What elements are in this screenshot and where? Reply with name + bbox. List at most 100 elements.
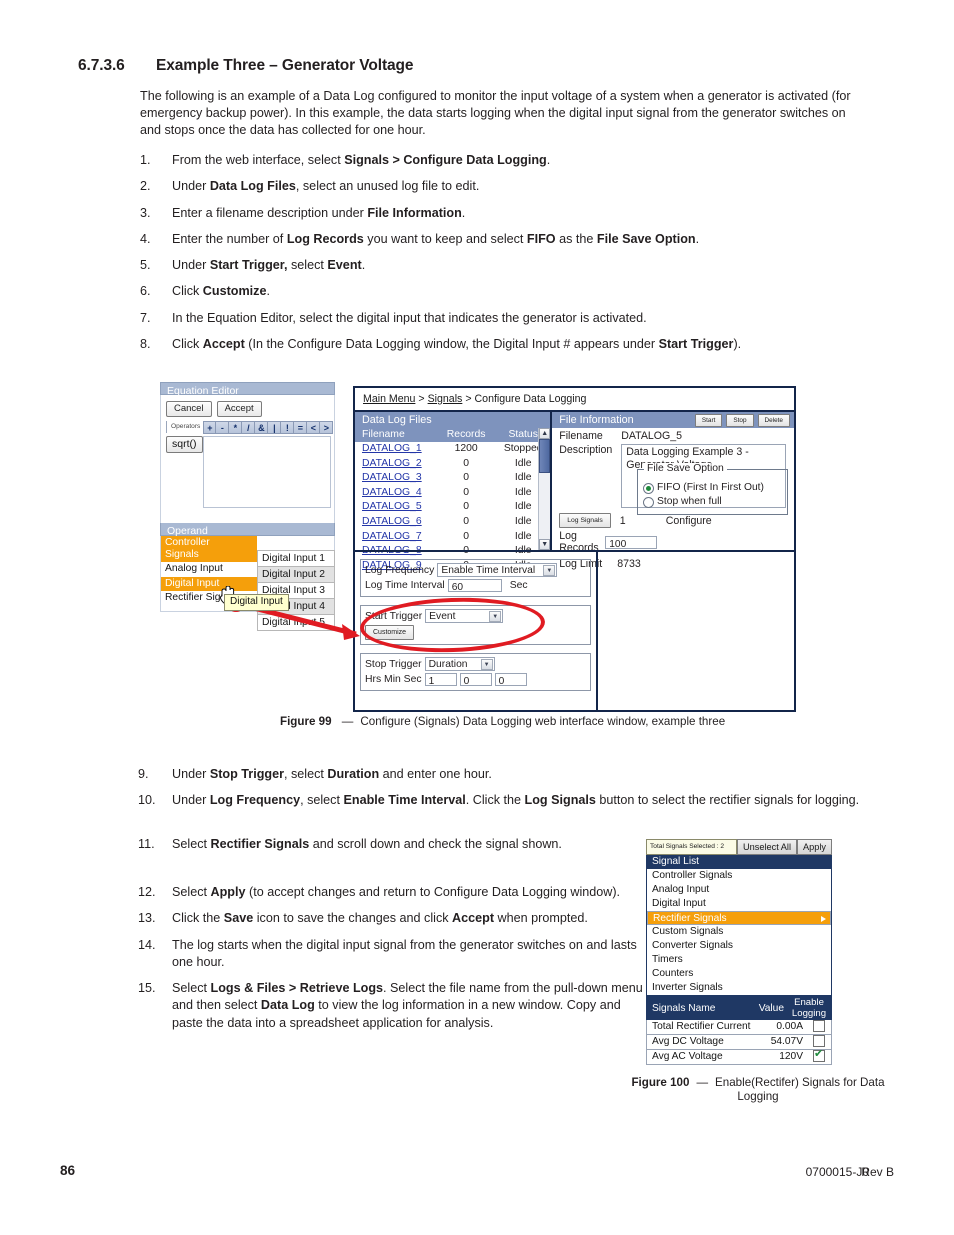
datalog-link[interactable]: DATALOG_4 — [362, 487, 422, 498]
unselect-all-button[interactable]: Unselect All — [737, 839, 798, 855]
apply-button[interactable]: Apply — [797, 839, 832, 855]
figure-99-text: Configure (Signals) Data Logging web int… — [360, 715, 726, 728]
filename-cell[interactable]: DATALOG_7 — [355, 530, 436, 545]
signal-category-item[interactable]: Analog Input — [647, 883, 831, 897]
signal-category-item[interactable]: Timers — [647, 953, 831, 967]
datalog-link[interactable]: DATALOG_6 — [362, 516, 422, 527]
signal-category-item[interactable]: Controller Signals — [647, 869, 831, 883]
operand-item-analog-input[interactable]: Analog Input — [161, 562, 257, 576]
table-row[interactable]: DATALOG_5 0 Idle — [355, 500, 550, 515]
signal-category-item[interactable]: Rectifier Signals — [647, 911, 831, 925]
chevron-down-icon[interactable]: ▼ — [543, 565, 556, 576]
operator-button[interactable]: | — [268, 421, 282, 434]
datalog-link[interactable]: DATALOG_5 — [362, 501, 422, 512]
stop-button[interactable]: Stop — [726, 414, 754, 427]
enable-logging-checkbox[interactable] — [813, 1020, 825, 1033]
operator-button[interactable]: = — [294, 421, 308, 434]
digital-input-submenu[interactable]: Digital Input 1 Digital Input 2 Digital In… — [257, 550, 335, 631]
section-title: Example Three – Generator Voltage — [156, 57, 414, 74]
delete-button[interactable]: Delete — [757, 414, 790, 427]
operator-button[interactable]: > — [320, 421, 334, 434]
sqrt-button[interactable]: sqrt() — [166, 436, 203, 453]
log-records-input[interactable]: 100 — [605, 535, 658, 550]
signal-category-item[interactable]: Converter Signals — [647, 939, 831, 953]
table-row[interactable]: DATALOG_7 0 Idle — [355, 530, 550, 545]
datalog-link[interactable]: DATALOG_1 — [362, 443, 422, 454]
signal-category-item[interactable]: Counters — [647, 967, 831, 981]
list-item: 8. Click Accept (In the Configure Data Lo… — [140, 336, 880, 353]
seconds-input[interactable]: 0 — [494, 673, 527, 687]
minutes-input[interactable]: 0 — [459, 673, 492, 687]
stop-when-full-option-row[interactable]: Stop when full — [638, 494, 787, 508]
chevron-down-icon[interactable]: ▼ — [480, 659, 493, 670]
scroll-up-arrow-icon[interactable]: ▲ — [539, 428, 551, 439]
cancel-button[interactable]: Cancel — [166, 401, 212, 417]
digital-input-option[interactable]: Digital Input 2 — [257, 566, 335, 582]
operator-buttons[interactable]: + - * / & |! = < > — [203, 421, 334, 434]
scroll-down-arrow-icon[interactable]: ▼ — [539, 539, 551, 550]
table-row[interactable]: DATALOG_4 0 Idle — [355, 486, 550, 501]
figure-100-lead: Figure 100 — [631, 1076, 690, 1089]
operator-button[interactable]: - — [216, 421, 230, 434]
enable-logging-cell[interactable] — [807, 1048, 831, 1064]
operator-button[interactable]: + — [203, 421, 217, 434]
signal-category-item[interactable]: Digital Input — [647, 897, 831, 911]
table-row[interactable]: DATALOG_2 0 Idle — [355, 457, 550, 472]
equation-editor-titlebar: Equation Editor — [160, 382, 335, 397]
equation-textarea[interactable] — [203, 436, 331, 508]
filename-cell[interactable]: DATALOG_3 — [355, 471, 436, 486]
digital-input-option[interactable]: Digital Input 5 — [257, 614, 335, 631]
accept-button[interactable]: Accept — [216, 401, 262, 417]
filename-cell[interactable]: DATALOG_1 — [355, 442, 436, 457]
records-cell: 1200 — [454, 443, 478, 454]
log-time-interval-input[interactable]: 60 — [447, 579, 502, 593]
description-label: Description — [559, 444, 613, 456]
filename-cell[interactable]: DATALOG_5 — [355, 500, 436, 515]
operator-button[interactable]: * — [229, 421, 243, 434]
datalog-link[interactable]: DATALOG_7 — [362, 531, 422, 542]
data-log-files-scrollbar[interactable]: ▲ ▼ — [538, 428, 551, 550]
enable-logging-checkbox[interactable] — [813, 1035, 825, 1048]
operator-button[interactable]: / — [242, 421, 256, 434]
operand-item-digital-input[interactable]: Digital Input — [161, 576, 257, 591]
datalog-link[interactable]: DATALOG_2 — [362, 458, 422, 469]
table-row[interactable]: DATALOG_1 1200 Stopped — [355, 442, 550, 457]
configure-label[interactable]: Configure — [666, 515, 712, 527]
list-item: 2. Under Data Log Files, select an unused… — [140, 178, 880, 195]
list-text: Select Apply (to accept changes and retu… — [172, 885, 621, 899]
table-row[interactable]: DATALOG_3 0 Idle — [355, 471, 550, 486]
log-signals-button[interactable]: Log Signals — [559, 513, 611, 528]
filename-cell[interactable]: DATALOG_4 — [355, 486, 436, 501]
hrs-min-sec-row: Hrs Min Sec 1 0 0 — [365, 673, 586, 687]
stop-trigger-select[interactable]: Duration ▼ — [424, 657, 495, 671]
signal-category-list[interactable]: Controller Signals Analog Input Digital In… — [646, 869, 832, 996]
list-text: Enter the number of Log Records you want… — [172, 231, 700, 246]
signal-category-item[interactable]: Custom Signals — [647, 925, 831, 939]
log-frequency-select[interactable]: Enable Time Interval ▼ — [437, 563, 558, 577]
page-title: 6.7.3.6 Example Three – Generator Voltage — [78, 57, 414, 75]
breadcrumb-signals[interactable]: Signals — [428, 393, 463, 405]
filename-cell[interactable]: DATALOG_6 — [355, 515, 436, 530]
stop-when-full-radio-icon[interactable] — [643, 496, 654, 508]
start-button[interactable]: Start — [694, 414, 723, 427]
enable-logging-cell[interactable] — [807, 1020, 831, 1034]
table-row[interactable]: DATALOG_6 0 Idle — [355, 515, 550, 530]
list-text: Under Data Log Files, select an unused l… — [172, 179, 480, 194]
signal-category-item[interactable]: Inverter Signals — [647, 981, 831, 995]
enable-logging-cell[interactable] — [807, 1035, 831, 1049]
breadcrumb-main-menu[interactable]: Main Menu — [363, 393, 415, 405]
enable-logging-checkbox[interactable] — [813, 1048, 825, 1063]
scrollbar-thumb[interactable] — [539, 439, 551, 473]
operator-button[interactable]: < — [307, 421, 321, 434]
hours-input[interactable]: 1 — [424, 673, 457, 687]
signal-row: Avg AC Voltage 120V — [646, 1048, 832, 1065]
list-marker: 5. — [140, 258, 151, 273]
filename-cell[interactable]: DATALOG_2 — [355, 457, 436, 472]
operand-item-controller-signals[interactable]: Controller Signals — [161, 536, 257, 563]
digital-input-option[interactable]: Digital Input 1 — [257, 550, 335, 566]
fifo-radio-icon[interactable] — [643, 482, 654, 494]
trigger-section: Log Frequency Enable Time Interval ▼ Log… — [355, 550, 794, 712]
operator-button[interactable]: ! — [281, 421, 295, 434]
datalog-link[interactable]: DATALOG_3 — [362, 472, 422, 483]
operator-button[interactable]: & — [255, 421, 269, 434]
